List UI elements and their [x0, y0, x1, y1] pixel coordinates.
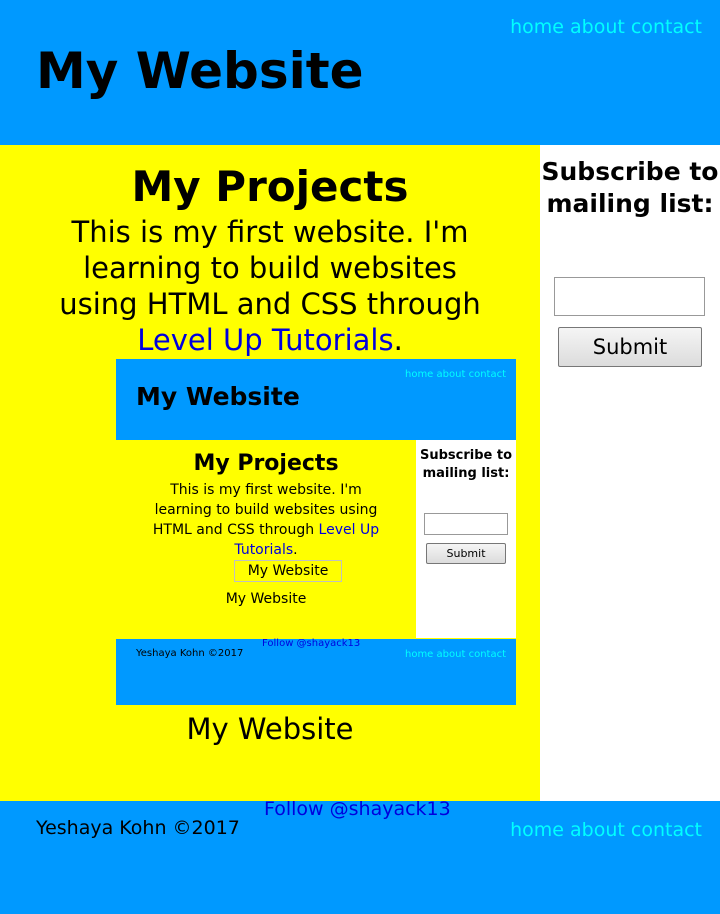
- embedded-footer-link-home[interactable]: home: [405, 649, 433, 660]
- embedded-page-frame[interactable]: home about contact My Website My Project…: [116, 359, 516, 705]
- embedded-site-title: My Website: [136, 382, 300, 411]
- footer-link-contact[interactable]: contact: [631, 819, 702, 841]
- embedded-caption: My Website: [225, 591, 307, 607]
- footer-link-about[interactable]: about: [570, 819, 625, 841]
- submit-button[interactable]: Submit: [558, 327, 702, 367]
- embedded-submit-button[interactable]: Submit: [426, 543, 506, 564]
- nav-link-contact[interactable]: contact: [631, 16, 702, 38]
- embedded-nav-link-about[interactable]: about: [437, 369, 466, 380]
- embedded-footer-copyright: Yeshaya Kohn ©2017: [136, 648, 244, 659]
- level-up-tutorials-link[interactable]: Level Up Tutorials: [137, 323, 393, 357]
- sidebar: [540, 145, 720, 801]
- embedded-footer-nav: home about contact: [405, 649, 506, 661]
- nav-link-home[interactable]: home: [510, 16, 564, 38]
- email-field[interactable]: [554, 277, 705, 316]
- footer-copyright: Yeshaya Kohn ©2017: [36, 817, 240, 839]
- embedded-projects-text: This is my first website. I'm learning t…: [140, 480, 392, 560]
- projects-text-body: This is my first website. I'm learning t…: [59, 215, 481, 321]
- header-nav: home about contact: [510, 16, 702, 38]
- embedded-broken-image: My Website: [234, 560, 342, 582]
- image-caption: My Website: [186, 712, 354, 746]
- footer-nav: home about contact: [510, 818, 702, 842]
- subscribe-title: Subscribe to mailing list:: [541, 157, 719, 218]
- embedded-projects-title: My Projects: [193, 451, 339, 476]
- embedded-subscribe-title: Subscribe to mailing list:: [419, 448, 513, 481]
- nav-link-about[interactable]: about: [570, 16, 625, 38]
- embedded-footer-link-contact[interactable]: contact: [469, 649, 506, 660]
- embedded-footer-link-about[interactable]: about: [437, 649, 466, 660]
- embedded-email-field[interactable]: [424, 513, 508, 535]
- embedded-header-nav: home about contact: [405, 369, 506, 381]
- projects-text-period: .: [393, 323, 403, 357]
- projects-text: This is my first website. I'm learning t…: [40, 214, 500, 358]
- footer-link-home[interactable]: home: [510, 819, 564, 841]
- embedded-nav-link-home[interactable]: home: [405, 369, 433, 380]
- embedded-projects-text-period: .: [293, 542, 298, 558]
- embedded-image-alt: My Website: [247, 563, 329, 579]
- projects-title: My Projects: [131, 162, 409, 211]
- follow-link[interactable]: Follow @shayack13: [264, 797, 451, 821]
- embedded-follow-link[interactable]: Follow @shayack13: [262, 638, 360, 650]
- site-title: My Website: [36, 42, 364, 100]
- embedded-nav-link-contact[interactable]: contact: [469, 369, 506, 380]
